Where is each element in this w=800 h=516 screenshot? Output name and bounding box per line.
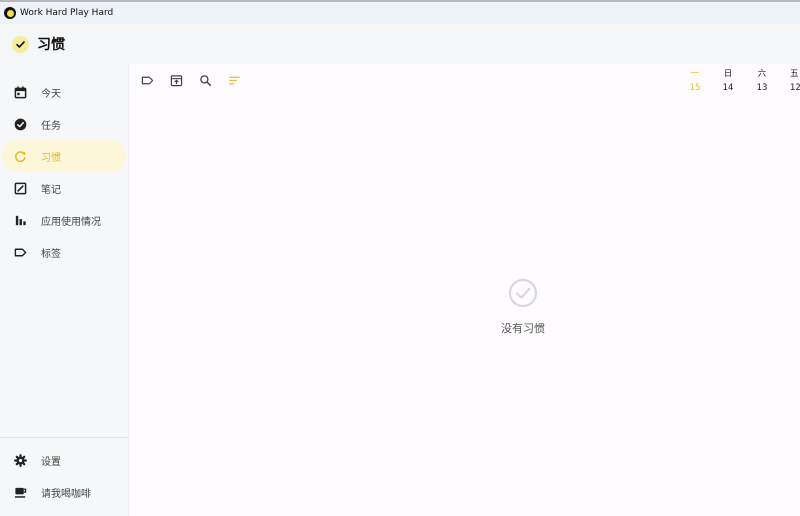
sort-icon bbox=[228, 72, 241, 91]
page-title: 习惯 bbox=[37, 37, 65, 53]
sidebar-item-app-usage[interactable]: 应用使用情况 bbox=[2, 204, 126, 236]
sidebar-item-label: 请我喝咖啡 bbox=[41, 488, 91, 500]
window-title: Work Hard Play Hard bbox=[20, 8, 114, 18]
archive-icon bbox=[170, 72, 183, 91]
calendar-icon bbox=[13, 85, 27, 99]
sidebar-item-today[interactable]: 今天 bbox=[2, 76, 126, 108]
sidebar-item-notes[interactable]: 笔记 bbox=[2, 172, 126, 204]
day-number: 15 bbox=[689, 83, 701, 93]
app-logo-icon bbox=[4, 7, 16, 19]
bar-chart-icon bbox=[13, 213, 27, 227]
sidebar-item-tasks[interactable]: 任务 bbox=[2, 108, 126, 140]
day-number: 12 bbox=[790, 83, 800, 93]
page-header: 习惯 bbox=[0, 24, 800, 64]
sidebar-item-label: 习惯 bbox=[41, 152, 61, 164]
day-number: 14 bbox=[722, 83, 734, 93]
tag-icon bbox=[13, 245, 27, 259]
tag-icon bbox=[141, 72, 154, 91]
sidebar-item-label: 应用使用情况 bbox=[41, 216, 101, 228]
sidebar-item-buy-coffee[interactable]: 请我喝咖啡 bbox=[2, 476, 126, 508]
coffee-icon bbox=[13, 485, 27, 499]
day-column: 五 12 bbox=[783, 68, 800, 95]
sidebar: 今天 任务 习惯 笔记 应用使用情况 标签 设置 请我喝咖啡 bbox=[0, 64, 129, 516]
day-name: 一 bbox=[690, 69, 700, 79]
refresh-icon bbox=[13, 149, 27, 163]
day-column-today: 一 15 bbox=[683, 68, 707, 95]
empty-state-text: 没有习惯 bbox=[501, 322, 545, 335]
sort-button[interactable] bbox=[225, 73, 254, 90]
empty-state: 没有习惯 bbox=[480, 278, 566, 336]
day-name: 五 bbox=[790, 69, 799, 79]
sidebar-item-label: 标签 bbox=[41, 248, 61, 260]
archive-button[interactable] bbox=[167, 73, 196, 90]
toolbar bbox=[138, 73, 254, 90]
day-column: 六 13 bbox=[750, 68, 774, 95]
note-edit-icon bbox=[13, 181, 27, 195]
day-name: 日 bbox=[723, 69, 733, 79]
sidebar-item-label: 笔记 bbox=[41, 184, 61, 196]
sidebar-item-label: 设置 bbox=[41, 456, 61, 468]
sidebar-item-tags[interactable]: 标签 bbox=[2, 236, 126, 268]
sidebar-item-label: 今天 bbox=[41, 88, 61, 100]
gear-icon bbox=[13, 453, 27, 467]
day-column: 日 14 bbox=[716, 68, 740, 95]
search-icon bbox=[199, 72, 212, 91]
sidebar-item-label: 任务 bbox=[41, 120, 61, 132]
sidebar-item-settings[interactable]: 设置 bbox=[2, 444, 126, 476]
tag-filter-button[interactable] bbox=[138, 73, 167, 90]
check-circle-icon bbox=[13, 117, 27, 131]
day-name: 六 bbox=[757, 69, 767, 79]
sidebar-item-habits[interactable]: 习惯 bbox=[2, 140, 126, 172]
check-circle-outline-icon bbox=[508, 278, 538, 312]
search-button[interactable] bbox=[196, 73, 225, 90]
window-titlebar: Work Hard Play Hard bbox=[0, 2, 800, 24]
sidebar-divider bbox=[0, 437, 128, 438]
day-number: 13 bbox=[756, 83, 768, 93]
check-badge-icon bbox=[12, 35, 29, 53]
